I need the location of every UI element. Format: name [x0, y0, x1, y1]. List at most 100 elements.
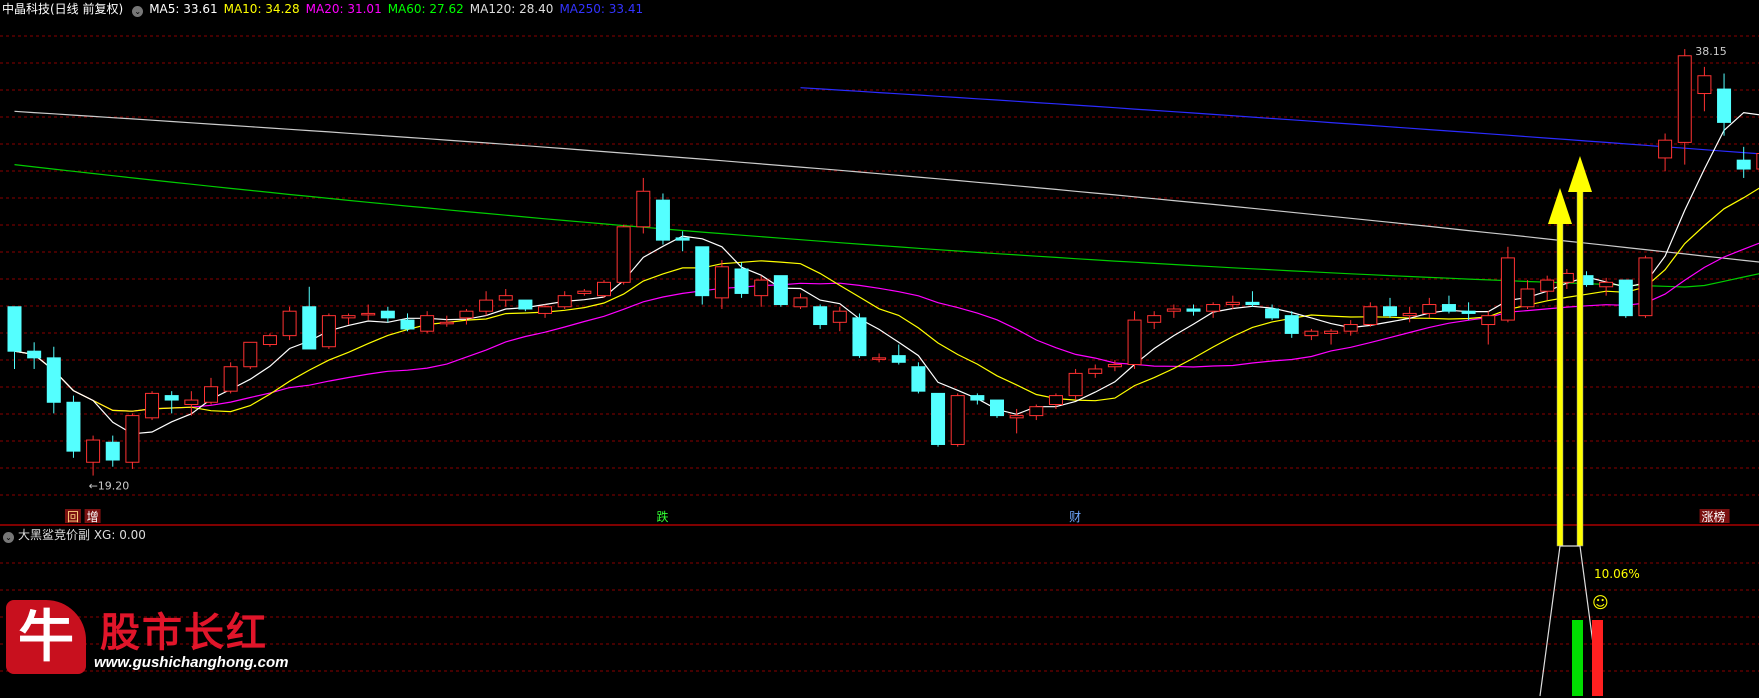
candle-body — [911, 366, 926, 392]
event-marker: 财 — [1069, 510, 1081, 524]
candle-body — [1127, 319, 1142, 366]
candle-body — [1166, 308, 1181, 312]
ma-legend-item: MA10: 34.28 — [223, 2, 300, 16]
ma-legend-item: MA60: 27.62 — [387, 2, 464, 16]
candle-body — [1441, 304, 1456, 312]
indicator-title: 大黑鲨竞价副 XG: 0.00 — [18, 528, 146, 542]
signal-arrow-left-head — [1548, 188, 1572, 224]
ma5-line — [14, 111, 1759, 435]
candle-body — [145, 392, 160, 419]
event-marker: 增 — [87, 510, 99, 524]
candle-body — [125, 415, 140, 463]
candle-body — [793, 297, 808, 308]
candle-body — [1461, 310, 1476, 314]
candle-body — [1029, 406, 1044, 417]
candle-body — [773, 275, 788, 306]
candle-body — [204, 386, 218, 403]
ma-legend: MA5: 33.61 MA10: 34.28 MA20: 31.01 MA60: 27… — [149, 2, 649, 16]
brand-name: 股市长红 — [100, 609, 268, 656]
brand-url: www.gushichanghong.com — [94, 654, 289, 671]
candle-body — [1618, 279, 1633, 317]
candle-body — [891, 355, 906, 363]
candle-body — [636, 190, 651, 228]
candle-body — [1638, 257, 1653, 317]
candle-body — [380, 310, 395, 319]
candle-body — [439, 321, 454, 325]
candle-body — [577, 290, 592, 294]
candle-body — [1481, 315, 1496, 326]
candle-body — [498, 295, 513, 301]
bull-logo-icon: 牛 — [6, 600, 86, 674]
ma120-line — [14, 110, 1759, 263]
candle-body — [420, 315, 435, 332]
candle-body — [990, 399, 1004, 417]
candle-body — [1736, 159, 1751, 170]
candle-body — [1206, 304, 1221, 312]
sub-signal-line — [1539, 545, 1601, 697]
candle-body — [1677, 55, 1692, 143]
candle-body — [86, 439, 101, 463]
candle-body — [27, 350, 42, 359]
candle-body — [1402, 312, 1417, 317]
candle-body — [1009, 415, 1024, 419]
signal-arrow-right-head — [1568, 156, 1592, 192]
candle-body — [459, 310, 474, 319]
candle-body — [1107, 364, 1122, 368]
candle-body — [695, 246, 710, 297]
candle-body — [1068, 372, 1083, 397]
candle-body — [1245, 301, 1260, 306]
candle-body — [46, 357, 61, 403]
candle-body — [734, 268, 749, 294]
sub-bar-red — [1592, 620, 1603, 696]
candle-body — [341, 315, 356, 319]
candle-body — [1383, 306, 1397, 317]
pct-label: 10.06% — [1594, 567, 1640, 581]
watermark-logo: 牛 股市长红 www.gushichanghong.com — [4, 594, 304, 674]
candle-body — [1540, 279, 1555, 292]
candle-body — [1599, 281, 1614, 288]
candle-body — [1363, 306, 1378, 326]
candle-body — [970, 395, 985, 401]
settings-icon[interactable]: ⌄ — [132, 6, 144, 17]
candle-body — [66, 401, 81, 452]
candle-body — [184, 399, 199, 405]
ma-legend-item: MA20: 31.01 — [305, 2, 382, 16]
candle-body — [714, 266, 729, 299]
candle-body — [105, 441, 120, 461]
low-price-label: ←19.20 — [89, 480, 130, 493]
candle-body — [243, 341, 258, 368]
candle-body — [1520, 288, 1535, 308]
candle-body — [950, 395, 965, 445]
candle-body — [262, 335, 277, 346]
candle-body — [1500, 257, 1515, 321]
candle-body — [1048, 395, 1063, 405]
smile-icon: ☺ — [1592, 593, 1609, 612]
candle-body — [852, 317, 867, 357]
signal-arrow-right-shaft — [1576, 171, 1584, 547]
candle-body — [931, 392, 946, 445]
candle-body — [1717, 88, 1732, 123]
ma-legend-item: MA120: 28.40 — [469, 2, 554, 16]
high-price-label: 38.15 — [1695, 45, 1727, 58]
candle-body — [1422, 304, 1437, 314]
candle-body — [1147, 315, 1162, 323]
candle-body — [1697, 75, 1712, 95]
event-marker: 回 — [67, 510, 79, 524]
candle-body — [813, 306, 828, 326]
settings-icon-sub[interactable]: ⌄ — [3, 532, 14, 543]
candle-body — [538, 306, 553, 314]
candle-body — [164, 395, 179, 401]
candle-body — [1225, 301, 1240, 306]
candle-body — [1186, 308, 1201, 312]
candle-body — [1265, 308, 1280, 319]
stock-title: 中晶科技(日线 前复权) — [2, 2, 124, 16]
event-marker: 涨榜 — [1702, 509, 1726, 524]
ma10-line — [14, 187, 1759, 413]
candle-body — [518, 299, 533, 310]
candle-body — [616, 226, 631, 283]
candle-body — [1284, 315, 1299, 334]
candle-body — [1324, 330, 1339, 334]
candle-body — [675, 237, 690, 241]
sub-chart-header: ⌄ 大黑鲨竞价副 XG: 0.00 — [0, 526, 146, 544]
signal-arrow-left-shaft — [1556, 203, 1564, 547]
